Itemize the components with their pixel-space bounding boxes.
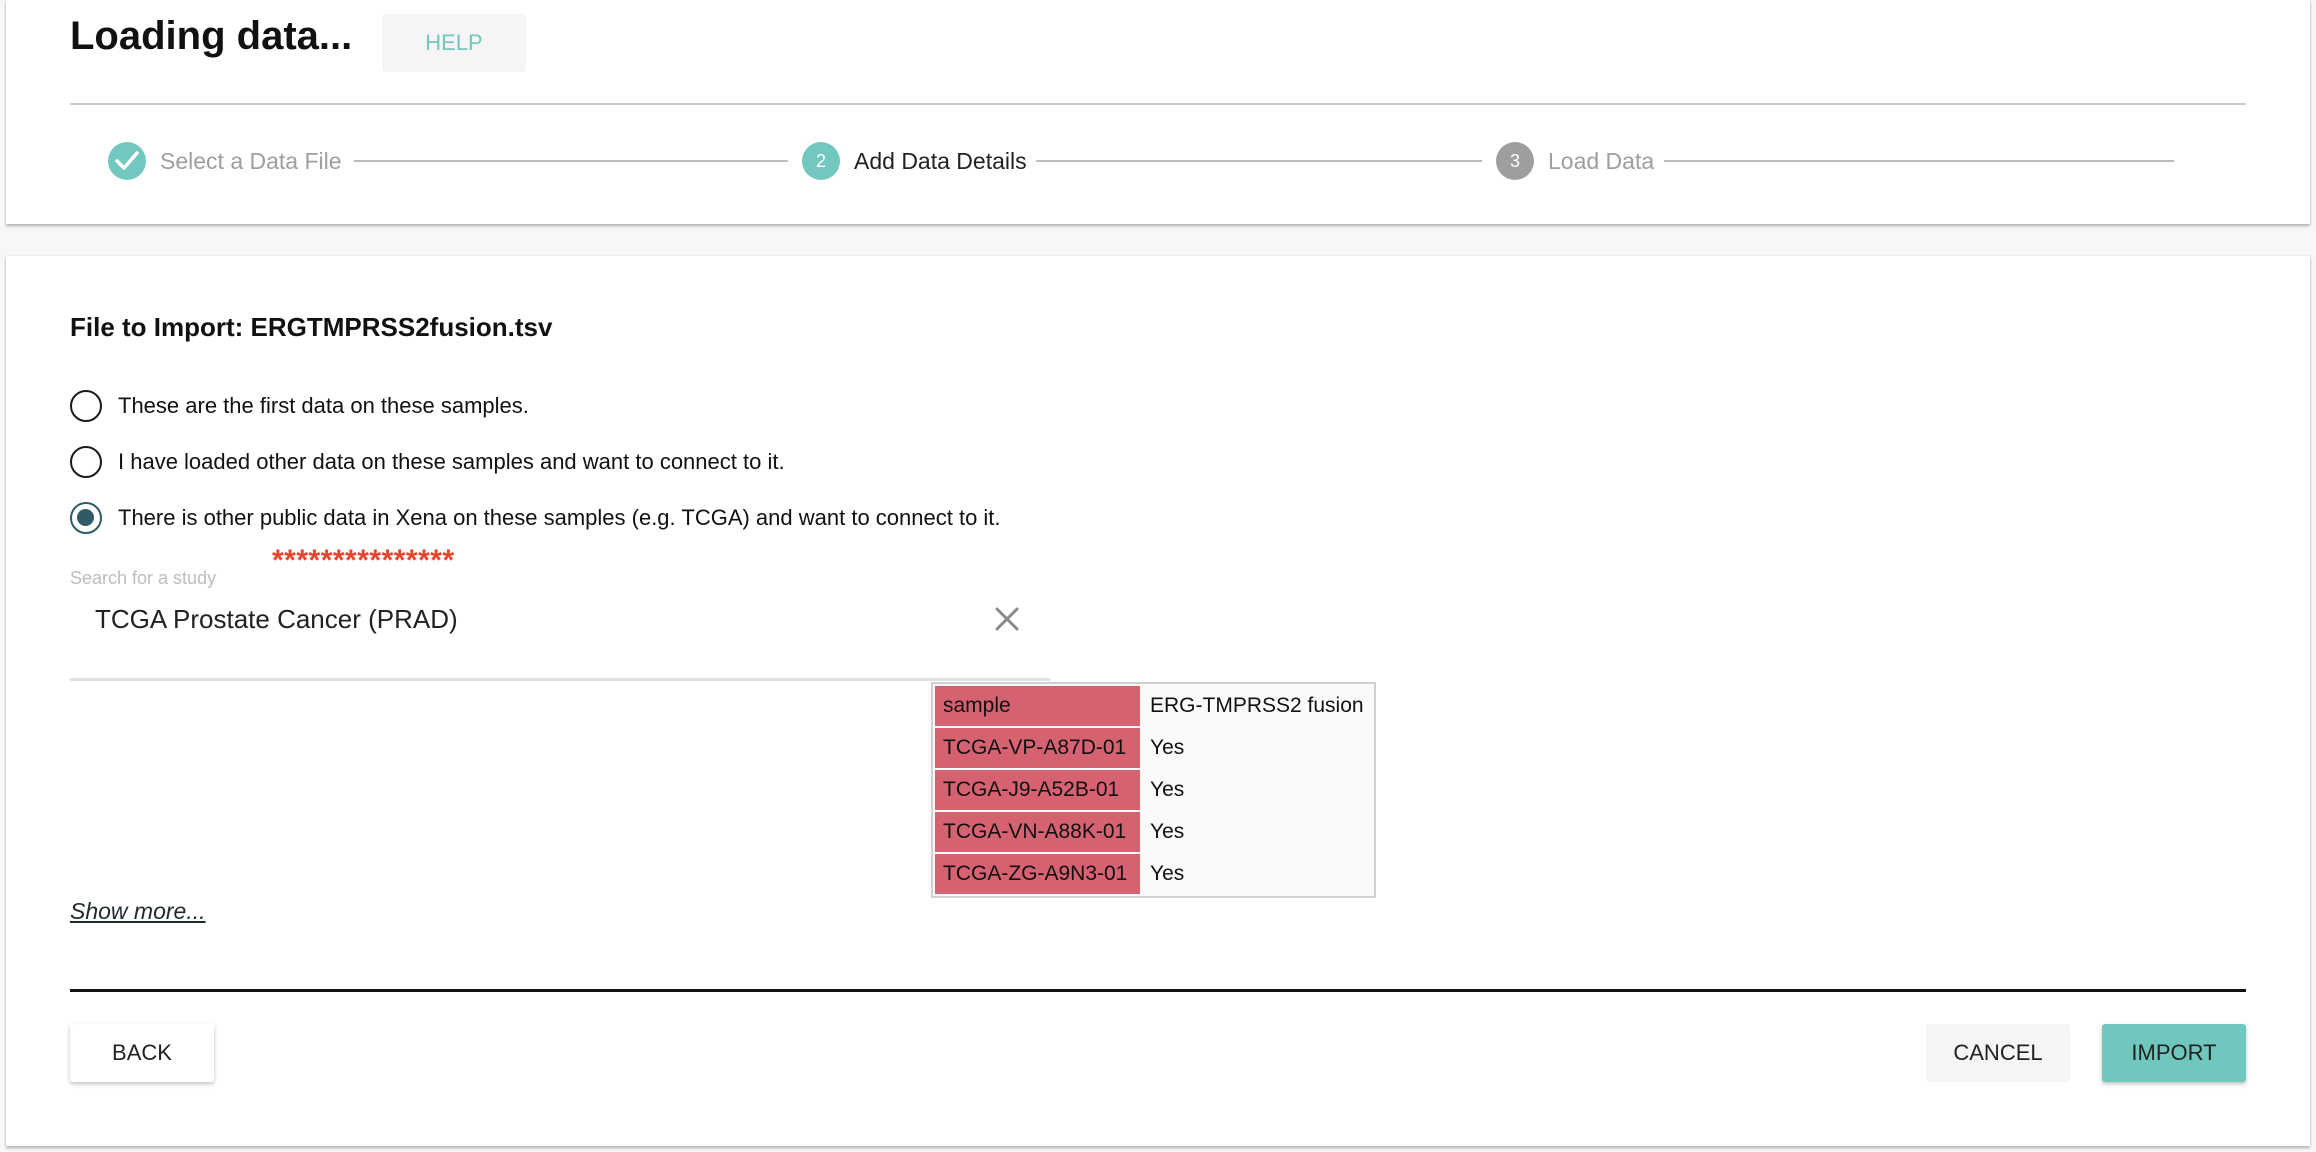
file-to-import-label: File to Import: ERGTMPRSS2fusion.tsv (70, 312, 553, 342)
page-title: Loading data... (70, 14, 353, 58)
radio-label: These are the first data on these sample… (118, 393, 529, 418)
sample-cell: TCGA-J9-A52B-01 (935, 770, 1140, 810)
sample-cell: TCGA-ZG-A9N3-01 (935, 854, 1140, 894)
step-connector (1036, 160, 1482, 162)
sample-cell: TCGA-VN-A88K-01 (935, 812, 1140, 852)
header-cell: ERG-TMPRSS2 fusion (1142, 686, 1372, 726)
radio-button[interactable] (70, 390, 102, 422)
header-divider (70, 103, 2246, 105)
table-row: TCGA-ZG-A9N3-01 Yes (935, 854, 1372, 894)
study-search-field (70, 590, 1050, 681)
step-label: Add Data Details (854, 147, 1027, 174)
search-underline (70, 678, 1050, 681)
value-cell: Yes (1142, 812, 1372, 852)
radio-label: I have loaded other data on these sample… (118, 449, 785, 474)
import-button[interactable]: IMPORT (2102, 1024, 2246, 1082)
stepper: Select a Data File 2 Add Data Details 3 … (6, 140, 2310, 182)
radio-connect-public-data[interactable]: There is other public data in Xena on th… (70, 502, 1001, 534)
show-more-link[interactable]: Show more... (70, 898, 206, 925)
step-select-data-file[interactable]: Select a Data File (108, 140, 342, 182)
sample-cell: TCGA-VP-A87D-01 (935, 728, 1140, 768)
step-number-badge: 3 (1496, 142, 1534, 180)
step-label: Load Data (1548, 147, 1655, 174)
footer-divider (70, 989, 2246, 992)
radio-connect-own-data[interactable]: I have loaded other data on these sample… (70, 446, 785, 478)
header-cell: sample (935, 686, 1140, 726)
data-preview-table: sample ERG-TMPRSS2 fusion TCGA-VP-A87D-0… (931, 682, 1376, 898)
table-row: TCGA-VP-A87D-01 Yes (935, 728, 1372, 768)
cancel-button[interactable]: CANCEL (1926, 1024, 2070, 1082)
radio-button-checked[interactable] (70, 502, 102, 534)
value-cell: Yes (1142, 854, 1372, 894)
required-marker: *************** (272, 544, 455, 577)
back-button[interactable]: BACK (70, 1024, 214, 1082)
close-icon[interactable] (990, 602, 1024, 636)
table-header-row: sample ERG-TMPRSS2 fusion (935, 686, 1372, 726)
step-label: Select a Data File (160, 147, 342, 174)
value-cell: Yes (1142, 770, 1372, 810)
radio-label: There is other public data in Xena on th… (118, 505, 1001, 530)
header-card: Loading data... HELP Select a Data File … (6, 0, 2310, 224)
details-card: File to Import: ERGTMPRSS2fusion.tsv The… (6, 256, 2310, 1146)
step-connector (354, 160, 788, 162)
step-number-badge: 2 (802, 142, 840, 180)
value-cell: Yes (1142, 728, 1372, 768)
step-connector (1664, 160, 2174, 162)
table-row: TCGA-VN-A88K-01 Yes (935, 812, 1372, 852)
help-button[interactable]: HELP (382, 14, 526, 72)
radio-button[interactable] (70, 446, 102, 478)
table-row: TCGA-J9-A52B-01 Yes (935, 770, 1372, 810)
check-icon (108, 142, 146, 180)
radio-first-data[interactable]: These are the first data on these sample… (70, 390, 529, 422)
study-search-input[interactable] (70, 590, 1010, 648)
step-add-data-details[interactable]: 2 Add Data Details (802, 140, 1027, 182)
step-load-data[interactable]: 3 Load Data (1496, 140, 1654, 182)
search-study-label: Search for a study (70, 568, 217, 588)
